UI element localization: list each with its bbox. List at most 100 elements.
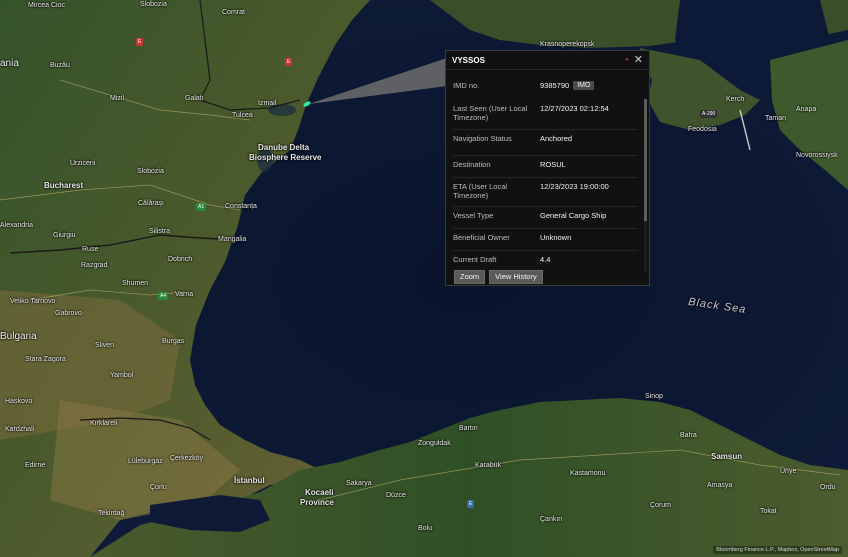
city-label: Buzău xyxy=(50,62,70,69)
field-value: 12/23/2023 19:00:00 xyxy=(540,182,609,191)
field-value: Anchored xyxy=(540,134,573,143)
satellite-map[interactable] xyxy=(0,0,848,557)
city-label: Gabrovo xyxy=(55,310,82,317)
reserve-label: Biosphere Reserve xyxy=(249,153,322,162)
country-label: ania xyxy=(0,58,19,69)
city-label: Tulcea xyxy=(232,112,253,119)
city-label: Ordu xyxy=(820,484,836,491)
popup-actions: Zoom View History xyxy=(454,270,543,284)
city-label: Kastamonu xyxy=(570,470,606,477)
city-label: Comrat xyxy=(222,9,245,16)
field-row: Last Seen (User Local Timezone) 12/27/20… xyxy=(453,104,638,129)
field-label: Vessel Type xyxy=(453,211,494,220)
city-label: Province xyxy=(300,498,334,507)
field-label: Destination xyxy=(453,160,491,169)
city-label: Kırklareli xyxy=(90,420,118,427)
field-row: Current Draft 4.4 xyxy=(453,250,638,269)
scrollbar-thumb[interactable] xyxy=(644,99,647,221)
pin-icon[interactable]: ● xyxy=(625,57,629,63)
city-label: İstanbul xyxy=(234,476,265,485)
vessel-info-popup: VYSSOS ● ✕ IMD no. 9385790 IMO Last Seen… xyxy=(445,50,650,286)
field-label: Beneficial Owner xyxy=(453,233,510,242)
city-label: Sliven xyxy=(95,342,115,349)
vessel-fields: Last Seen (User Local Timezone) 12/27/20… xyxy=(453,104,638,269)
field-value: Unknown xyxy=(540,233,572,242)
city-label: Amasya xyxy=(707,482,733,489)
city-label: Ünye xyxy=(780,468,797,475)
city-label: Mizil xyxy=(110,95,124,102)
city-label: Ruse xyxy=(82,246,99,253)
city-label: Urziceni xyxy=(70,160,96,167)
city-label: Kardzhali xyxy=(5,426,35,433)
city-label: Feodosia xyxy=(688,126,717,133)
city-label: Mircea Cioc xyxy=(28,2,65,9)
reserve-label: Danube Delta xyxy=(258,143,310,152)
city-label: Veliko Tarnovo xyxy=(10,298,56,305)
city-label: Sinop xyxy=(645,393,663,400)
city-label: Samsun xyxy=(711,452,743,461)
city-label: Burgas xyxy=(162,338,185,345)
city-label: Varna xyxy=(175,291,194,298)
city-label: Çankırı xyxy=(540,516,563,523)
city-label: Haskovo xyxy=(5,398,33,405)
road-shield: E xyxy=(285,58,293,66)
vessel-name: VYSSOS xyxy=(452,55,485,65)
popup-header: VYSSOS ● ✕ xyxy=(446,51,649,70)
imd-label: IMD no. xyxy=(453,80,480,90)
road-shield: A-290 xyxy=(700,110,718,118)
field-value: 4.4 xyxy=(540,255,551,264)
close-icon[interactable]: ✕ xyxy=(634,55,643,66)
field-value: ROSUL xyxy=(540,160,566,169)
city-label: Zonguldak xyxy=(418,440,451,447)
city-label: Çorlu xyxy=(150,484,167,491)
zoom-button[interactable]: Zoom xyxy=(454,270,486,284)
city-label: Çerkezköy xyxy=(170,455,204,462)
city-label: Tokat xyxy=(760,508,777,515)
city-label: Dobrich xyxy=(168,256,193,263)
city-label: Constanța xyxy=(225,203,257,210)
imd-row: IMD no. 9385790 IMO xyxy=(446,70,649,92)
city-label: Bolu xyxy=(418,525,433,532)
field-label: Last Seen (User Local Timezone) xyxy=(453,104,528,122)
city-label: Edirne xyxy=(25,462,46,469)
imd-value: 9385790 xyxy=(540,80,570,90)
city-label: Giurgiu xyxy=(53,232,76,239)
city-label: Taman xyxy=(765,115,787,122)
city-label: Slobozia xyxy=(137,168,164,175)
imo-button[interactable]: IMO xyxy=(573,80,595,90)
city-label: Alexandria xyxy=(0,222,34,229)
city-label: Yambol xyxy=(110,372,134,379)
city-label: Kerch xyxy=(726,96,745,103)
city-label: Bartın xyxy=(459,425,478,432)
field-row: ETA (User Local Timezone) 12/23/2023 19:… xyxy=(453,177,638,206)
city-label: Tekirdağ xyxy=(98,510,125,517)
map-attribution: Bloomberg Finance L.P., Mapbox, OpenStre… xyxy=(713,546,842,554)
road-shield: A1 xyxy=(196,203,207,211)
city-label: Izmail xyxy=(258,100,277,107)
road-shield: E xyxy=(467,500,475,508)
city-label: Novorossiysk xyxy=(796,152,838,159)
city-label: Sakarya xyxy=(346,480,372,487)
city-label: Anapa xyxy=(796,106,817,113)
city-label: Lüleburgaz xyxy=(128,458,163,465)
city-label: Călărași xyxy=(138,200,164,207)
city-label: Razgrad xyxy=(81,262,108,269)
view-history-button[interactable]: View History xyxy=(489,270,543,284)
field-row: Navigation Status Anchored xyxy=(453,129,638,155)
popup-scrollbar[interactable] xyxy=(644,99,647,272)
field-label: ETA (User Local Timezone) xyxy=(453,182,508,200)
field-label: Navigation Status xyxy=(453,134,512,143)
city-label: Galați xyxy=(185,95,204,102)
city-label: Stara Zagora xyxy=(25,356,66,363)
city-label: Düzce xyxy=(386,492,406,499)
field-row: Destination ROSUL xyxy=(453,155,638,177)
city-label: Mangalia xyxy=(218,236,247,243)
city-label: Shumen xyxy=(122,280,149,287)
country-label: Bulgaria xyxy=(0,331,37,342)
city-label: Slobozia xyxy=(140,1,167,8)
city-label: Kocaeli xyxy=(305,488,334,497)
city-label: Silistra xyxy=(149,228,171,235)
city-label: Bafra xyxy=(680,432,697,439)
city-label: Çorum xyxy=(650,502,672,509)
field-value: 12/27/2023 02:12:54 xyxy=(540,104,609,113)
